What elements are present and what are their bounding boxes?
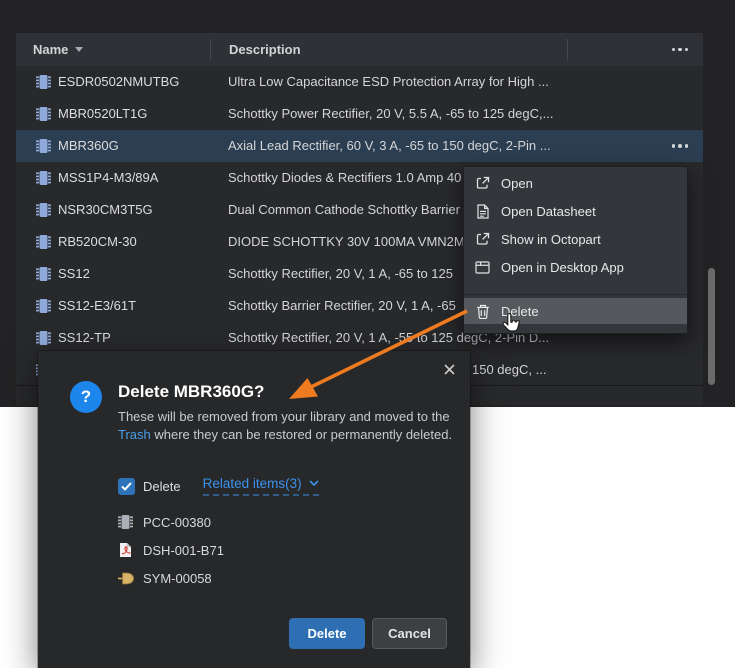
close-icon bbox=[443, 363, 455, 375]
related-items-link[interactable]: Related items(3) bbox=[202, 476, 319, 496]
table-options-button[interactable] bbox=[671, 33, 688, 66]
datasheet-icon bbox=[475, 203, 490, 219]
pdf-datasheet-icon bbox=[118, 542, 136, 558]
component-description: Axial Lead Rectifier, 60 V, 3 A, -65 to … bbox=[228, 138, 551, 153]
component-name: NSR30CM3T5G bbox=[58, 202, 153, 217]
component-name: ESDR0502NMUTBG bbox=[58, 74, 180, 89]
table-row[interactable]: ESDR0502NMUTBG Ultra Low Capacitance ESD… bbox=[16, 66, 703, 98]
vertical-scrollbar-thumb[interactable] bbox=[708, 268, 715, 385]
column-header-name[interactable]: Name bbox=[33, 33, 84, 66]
component-description: DIODE SCHOTTKY 30V 100MA VMN2M bbox=[228, 234, 465, 249]
list-item[interactable]: DSH-001-B71 bbox=[118, 536, 224, 564]
related-item-name: PCC-00380 bbox=[143, 514, 211, 530]
cancel-button[interactable]: Cancel bbox=[372, 618, 447, 649]
row-context-menu: Open Open Datasheet Show in Octopart Ope… bbox=[463, 166, 688, 334]
table-row[interactable]: MBR0520LT1G Schottky Power Rectifier, 20… bbox=[16, 98, 703, 130]
component-name: SS12-TP bbox=[58, 330, 111, 345]
component-name: MBR0520LT1G bbox=[58, 106, 148, 121]
component-name: MBR360G bbox=[58, 138, 119, 153]
delete-checkbox[interactable] bbox=[118, 477, 135, 495]
component-name: RB520CM-30 bbox=[58, 234, 137, 249]
list-item[interactable]: PCC-00380 bbox=[118, 508, 224, 536]
component-chip-icon bbox=[36, 298, 51, 319]
delete-checkbox-label: Delete bbox=[143, 478, 181, 494]
delete-confirmation-dialog: ? Delete MBR360G? These will be removed … bbox=[38, 351, 470, 668]
checkmark-icon bbox=[121, 481, 132, 491]
row-options-button[interactable] bbox=[671, 130, 688, 162]
menu-item-label: Open in Desktop App bbox=[501, 259, 624, 275]
component-description: Schottky Rectifier, 20 V, 1 A, -65 to 12… bbox=[228, 266, 453, 281]
menu-item-open[interactable]: Open bbox=[464, 169, 687, 197]
component-chip-icon bbox=[36, 202, 51, 223]
trash-icon bbox=[475, 304, 490, 319]
related-item-name: SYM-00058 bbox=[143, 570, 212, 586]
column-divider[interactable] bbox=[567, 39, 568, 60]
component-chip-icon bbox=[36, 330, 51, 351]
dialog-title: Delete MBR360G? bbox=[118, 382, 265, 401]
table-row-selected[interactable]: MBR360G Axial Lead Rectifier, 60 V, 3 A,… bbox=[16, 130, 703, 162]
open-external-icon bbox=[475, 232, 490, 246]
menu-item-label: Delete bbox=[501, 303, 539, 319]
component-chip-icon bbox=[36, 234, 51, 255]
component-chip-icon bbox=[36, 138, 51, 159]
component-description: Schottky Barrier Rectifier, 20 V, 1 A, -… bbox=[228, 298, 456, 313]
component-name: SS12-E3/61T bbox=[58, 298, 137, 313]
list-item[interactable]: SYM-00058 bbox=[118, 564, 224, 592]
ellipsis-icon bbox=[671, 47, 675, 52]
menu-item-open-in-desktop-app[interactable]: Open in Desktop App bbox=[464, 253, 687, 281]
table-header-row: Name Description bbox=[16, 33, 703, 66]
ellipsis-icon bbox=[671, 144, 675, 148]
component-description-clipped: 150 degC, ... bbox=[472, 362, 547, 377]
desktop-app-icon bbox=[475, 260, 490, 274]
column-divider[interactable] bbox=[210, 39, 211, 60]
column-header-name-label: Name bbox=[33, 42, 69, 57]
related-items-list: PCC-00380 DSH-001-B71 SYM-00058 bbox=[118, 508, 224, 592]
component-chip-icon bbox=[36, 170, 51, 191]
delete-checkbox-row: Delete Related items(3) bbox=[118, 476, 319, 496]
column-header-description[interactable]: Description bbox=[229, 33, 301, 66]
related-item-name: DSH-001-B71 bbox=[143, 542, 224, 558]
menu-item-label: Open bbox=[501, 175, 533, 191]
component-chip-icon bbox=[36, 74, 51, 95]
trash-link[interactable]: Trash bbox=[118, 427, 151, 442]
component-description: Dual Common Cathode Schottky Barrier bbox=[228, 202, 460, 217]
delete-button[interactable]: Delete bbox=[289, 618, 365, 649]
component-name: MSS1P4-M3/89A bbox=[58, 170, 159, 185]
component-description: Schottky Diodes & Rectifiers 1.0 Amp 40 bbox=[228, 170, 462, 185]
menu-item-delete[interactable]: Delete bbox=[464, 298, 687, 324]
component-chip-icon bbox=[118, 514, 136, 530]
dialog-body-text: These will be removed from your library … bbox=[118, 408, 472, 443]
component-chip-icon bbox=[36, 266, 51, 287]
component-description: Schottky Power Rectifier, 20 V, 5.5 A, -… bbox=[228, 106, 554, 121]
menu-item-label: Open Datasheet bbox=[501, 203, 596, 219]
sort-caret-icon bbox=[75, 47, 84, 52]
menu-item-open-datasheet[interactable]: Open Datasheet bbox=[464, 197, 687, 225]
menu-separator bbox=[464, 294, 687, 295]
schematic-symbol-icon bbox=[118, 571, 136, 586]
column-header-description-label: Description bbox=[229, 42, 301, 57]
dialog-close-button[interactable] bbox=[441, 361, 457, 377]
body-text-before: These will be removed from your library … bbox=[118, 409, 450, 424]
open-external-icon bbox=[475, 176, 490, 190]
component-name: SS12 bbox=[58, 266, 90, 281]
menu-item-label: Show in Octopart bbox=[501, 231, 601, 247]
body-text-after: where they can be restored or permanentl… bbox=[150, 426, 453, 442]
help-question-icon: ? bbox=[70, 381, 102, 413]
chevron-down-icon bbox=[309, 480, 319, 487]
component-description: Ultra Low Capacitance ESD Protection Arr… bbox=[228, 74, 549, 89]
component-chip-icon bbox=[36, 106, 51, 127]
menu-item-show-in-octopart[interactable]: Show in Octopart bbox=[464, 225, 687, 253]
